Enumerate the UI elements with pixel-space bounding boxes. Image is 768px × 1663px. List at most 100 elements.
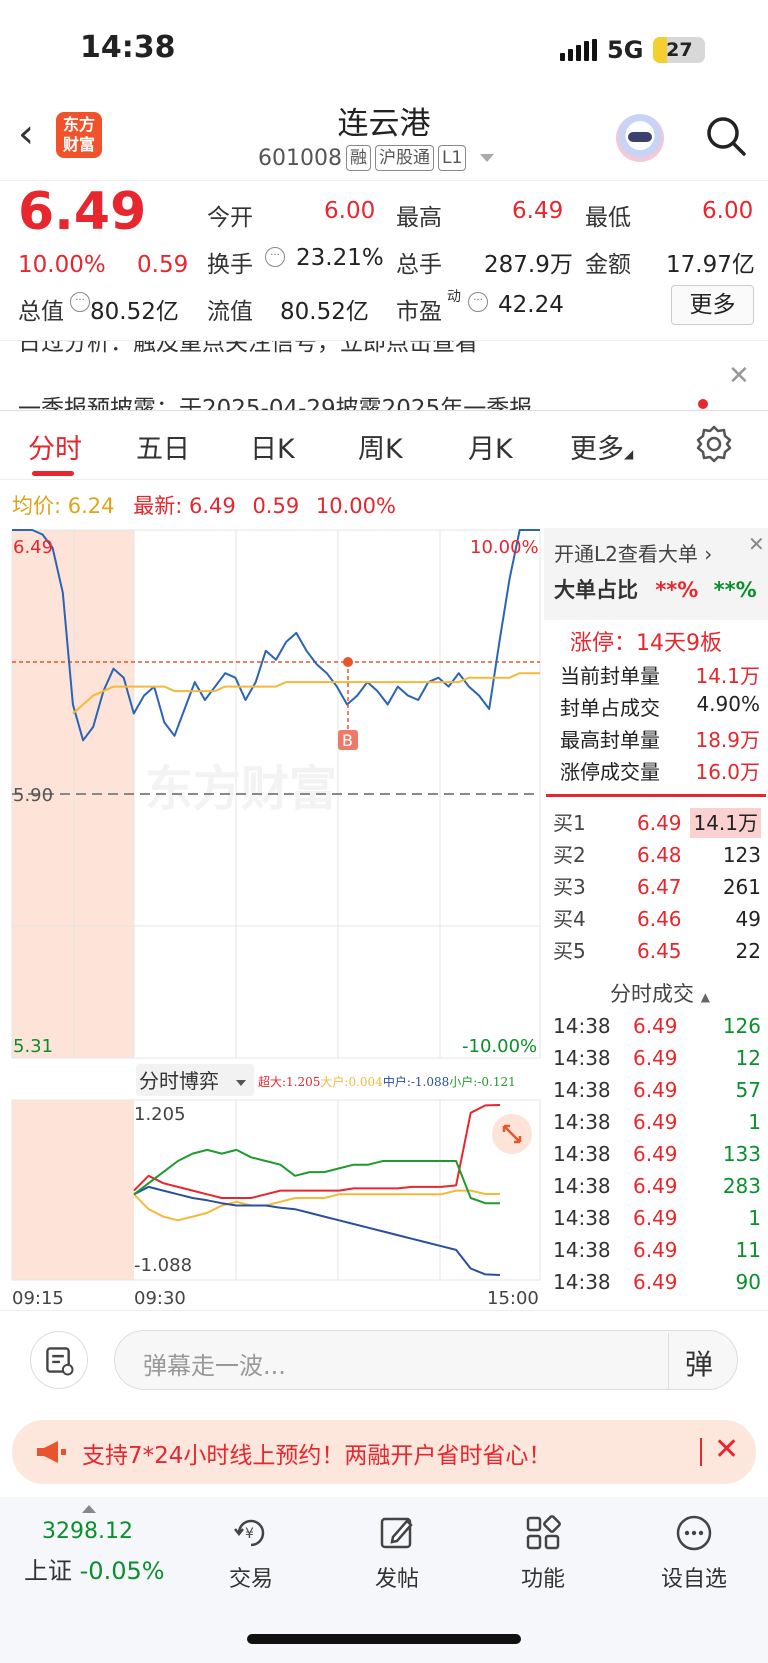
close-icon[interactable]: ✕ <box>714 1432 739 1467</box>
nav-trade[interactable]: ¥ 交易 <box>196 1513 306 1593</box>
limit-row: 涨停成交量 16.0万 <box>560 760 760 784</box>
megaphone-icon <box>37 1441 66 1463</box>
promo-banner[interactable]: 支持7*24小时线上预约！两融开户省时省心！ ✕ <box>12 1420 756 1484</box>
close-icon[interactable]: ✕ <box>748 532 765 556</box>
y-label-mid: 5.90 <box>13 785 53 806</box>
tick-row: 14:38 6.49 133 <box>553 1142 761 1166</box>
avg-label: 均价: <box>12 494 62 518</box>
pct-label-bottom: -10.00% <box>462 1036 537 1057</box>
volume-value: 287.9万 <box>484 252 573 278</box>
latest-change: 0.59 <box>252 494 300 518</box>
info-icon[interactable]: ··· <box>70 292 90 312</box>
tick-row: 14:38 6.49 12 <box>553 1046 761 1070</box>
divider <box>700 1438 702 1466</box>
l2-banner[interactable]: 开通L2查看大单 › ✕ 大单占比 **% **% <box>544 528 768 620</box>
x-tick-start: 09:15 <box>12 1288 64 1309</box>
nav-add-watchlist[interactable]: 设自选 <box>639 1513 749 1593</box>
notice-line-2[interactable]: 一季报预披露：于2025-04-29披露2025年一季报 <box>18 389 532 410</box>
latest-pct: 10.00% <box>315 494 396 518</box>
watermark: 东方财富 <box>145 761 337 817</box>
nav-label: 发帖 <box>374 1567 419 1592</box>
signal-icon <box>560 39 597 61</box>
nav-functions[interactable]: 功能 <box>488 1513 598 1593</box>
assistant-robot-icon[interactable] <box>616 114 664 162</box>
limit-row: 最高封单量 18.9万 <box>560 728 760 752</box>
unread-dot <box>698 399 708 409</box>
bid-row: 买1 6.49 14.1万 <box>553 808 761 838</box>
edit-icon <box>380 1517 413 1549</box>
status-time: 14:38 <box>80 30 176 65</box>
avg-value: 6.24 <box>67 494 115 518</box>
mktcap-value: 80.52亿 <box>90 299 179 325</box>
nav-label: 功能 <box>520 1567 565 1592</box>
latest-label: 最新: <box>133 494 183 518</box>
tab-weekly-k[interactable]: 周K <box>358 427 403 466</box>
game-y-top: 1.205 <box>134 1104 186 1125</box>
intraday-chart[interactable]: 东方财富 B 6.49 5.90 5.31 10.00% -10.00% 分时博… <box>0 520 544 1310</box>
bid-row: 买4 6.46 49 <box>553 907 761 931</box>
battery-icon: 27 <box>653 37 706 63</box>
tick-row: 14:38 6.49 57 <box>553 1078 761 1102</box>
close-icon[interactable]: ✕ <box>728 361 750 391</box>
float-value: 80.52亿 <box>280 299 369 325</box>
mktcap-label: 总值 <box>18 299 64 325</box>
price-series-1 <box>72 672 540 715</box>
turnover-label: 换手 <box>207 252 253 278</box>
promo-text[interactable]: 支持7*24小时线上预约！两融开户省时省心！ <box>82 1436 551 1470</box>
tag-level: L1 <box>437 145 467 171</box>
notice-banner[interactable]: 日过分析：触及重点关注信号，立即点击查看 一季报预披露：于2025-04-29披… <box>0 340 768 410</box>
index-name[interactable]: 上证 -0.05% <box>24 1551 165 1586</box>
tab-daily-k[interactable]: 日K <box>250 427 295 466</box>
tick-row: 14:38 6.49 90 <box>553 1270 761 1294</box>
svg-text:¥: ¥ <box>245 1526 254 1542</box>
stock-subtitle[interactable]: 601008 融 沪股通 L1 <box>258 145 495 171</box>
flow-series-3 <box>133 1148 501 1205</box>
divider <box>668 1333 669 1389</box>
tab-monthly-k[interactable]: 月K <box>468 427 513 466</box>
pct-label-top: 10.00% <box>470 537 539 558</box>
tick-row: 14:38 6.49 283 <box>553 1174 761 1198</box>
game-legend: 超大:1.205大户:0.004中户:-1.088小户:-0.121 <box>258 1074 516 1089</box>
game-selector-label: 分时博弈 <box>139 1069 219 1093</box>
tab-intraday[interactable]: 分时 <box>28 427 82 466</box>
low-label: 最低 <box>585 205 631 231</box>
index-value[interactable]: 3298.12 <box>42 1519 133 1544</box>
gear-icon[interactable] <box>694 424 734 464</box>
nav-label: 交易 <box>228 1567 273 1592</box>
marker-dot <box>343 657 353 667</box>
y-label-bottom: 5.31 <box>13 1036 53 1057</box>
ticks-title[interactable]: 分时成交 ▲ <box>610 978 710 1008</box>
nav-post[interactable]: 发帖 <box>342 1513 452 1593</box>
x-tick-close: 15:00 <box>487 1288 539 1309</box>
danmaku-toggle-button[interactable]: 弹 <box>685 1343 713 1383</box>
stock-code: 601008 <box>258 145 342 171</box>
danmaku-input[interactable]: 弹幕走一波... 弹 <box>114 1330 738 1390</box>
high-label: 最高 <box>396 205 442 231</box>
notice-line-1[interactable]: 日过分析：触及重点关注信号，立即点击查看 <box>18 341 478 357</box>
search-icon[interactable] <box>704 114 748 158</box>
tick-row: 14:38 6.49 1 <box>553 1110 761 1134</box>
danmaku-settings-icon[interactable] <box>30 1331 88 1389</box>
header-divider <box>0 180 768 181</box>
tag-margin: 融 <box>345 145 371 171</box>
info-icon[interactable]: ··· <box>265 247 285 267</box>
pe-value: 42.24 <box>498 292 564 318</box>
amount-value: 17.97亿 <box>666 252 755 278</box>
limit-up-title: 涨停：14天9板 <box>570 631 722 656</box>
caret-up-icon <box>82 1505 96 1513</box>
info-icon[interactable]: ··· <box>468 292 488 312</box>
network-label: 5G <box>607 36 644 64</box>
status-icons: 5G 27 <box>560 34 706 66</box>
home-indicator <box>247 1634 521 1644</box>
change-amount: 0.59 <box>137 252 189 278</box>
l2-title[interactable]: 开通L2查看大单 › <box>554 538 712 567</box>
more-button[interactable]: 更多 <box>671 285 754 325</box>
tick-row: 14:38 6.49 11 <box>553 1238 761 1262</box>
tab-five-day[interactable]: 五日 <box>136 427 190 466</box>
tab-more[interactable]: 更多◢ <box>570 427 633 466</box>
open-label: 今开 <box>207 205 253 231</box>
float-label: 流值 <box>207 299 253 325</box>
low-value: 6.00 <box>702 198 754 224</box>
amount-label: 金额 <box>585 252 631 278</box>
more-dots-icon <box>676 1515 712 1551</box>
